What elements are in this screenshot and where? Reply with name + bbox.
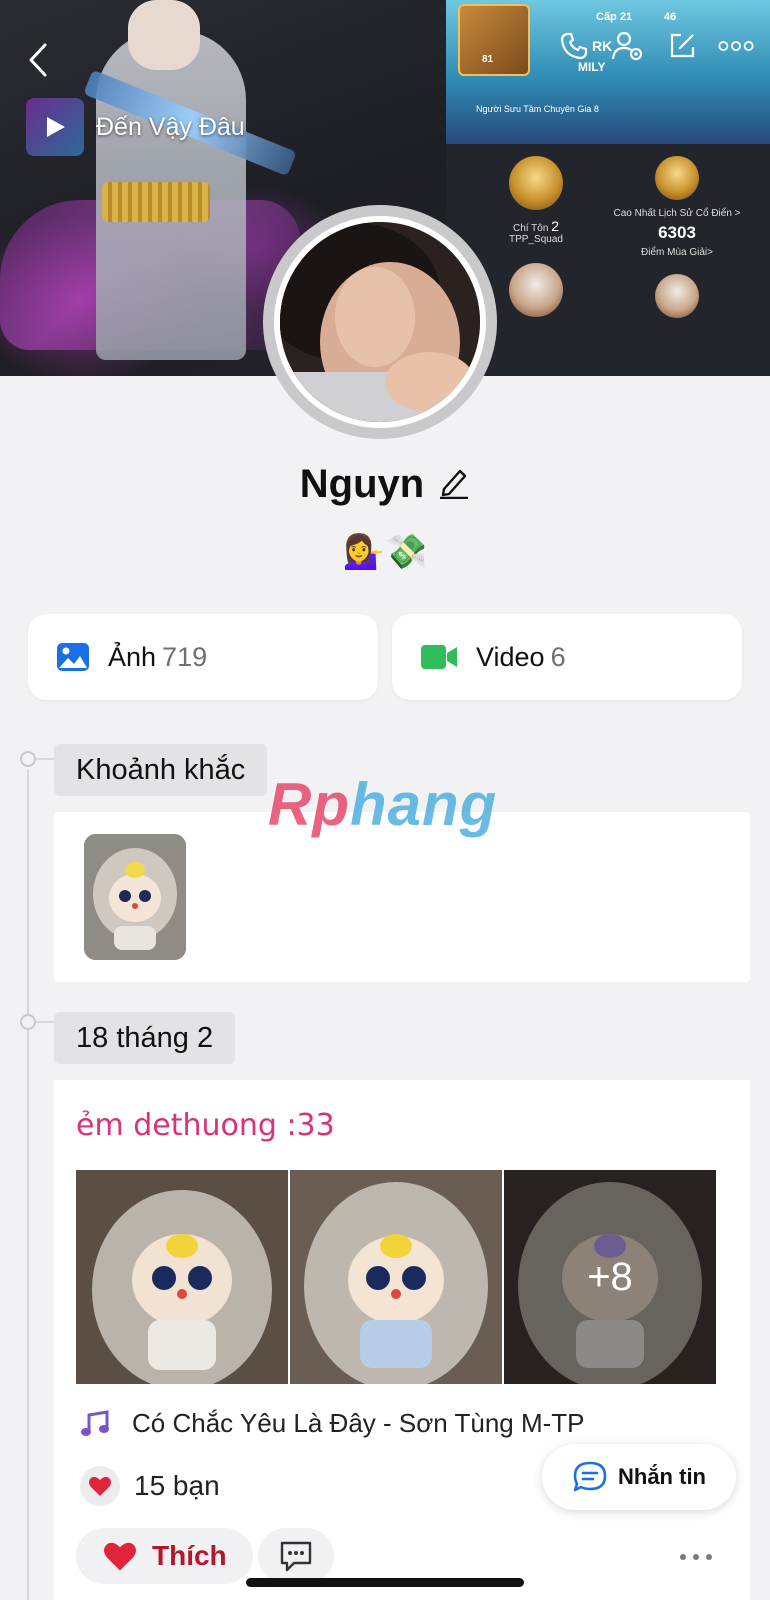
external-edit-icon: [670, 33, 695, 58]
post-photo-1[interactable]: [76, 1170, 288, 1384]
videos-button[interactable]: Video 6: [392, 614, 742, 700]
videos-count: 6: [550, 641, 566, 672]
music-title: Đến Vậy Đâu: [96, 112, 245, 141]
timeline-dot: [20, 751, 36, 767]
moment-thumbnail[interactable]: [84, 834, 186, 960]
user-gear-icon: [611, 31, 643, 61]
more-horizontal-icon: [680, 1554, 712, 1560]
moments-section-label: Khoảnh khắc: [54, 744, 268, 796]
chat-bubble-icon: [573, 1461, 607, 1492]
more-photos-overlay[interactable]: +8: [504, 1170, 716, 1384]
profile-settings-button[interactable]: [610, 28, 646, 64]
post-reactions[interactable]: 15 bạn: [80, 1466, 220, 1506]
timeline-line: [27, 770, 29, 1600]
heart-icon: [89, 1476, 111, 1496]
game-season-label: Điểm Mùa Giải>: [641, 247, 713, 258]
watermark-part-1: Rp: [268, 771, 350, 838]
post-photo-2[interactable]: [290, 1170, 502, 1384]
game-rank-title: Chí Tôn: [513, 223, 549, 234]
heart-icon: [104, 1542, 136, 1571]
edit-profile-button[interactable]: [664, 28, 700, 64]
profile-name: Nguyn: [299, 462, 425, 506]
rank-medal-secondary-icon: [509, 263, 563, 317]
videos-label: Video: [476, 641, 545, 672]
game-collector-title: Người Sưu Tầm Chuyên Gia 8: [476, 104, 599, 114]
photos-button[interactable]: Ảnh 719: [28, 614, 378, 700]
avatar-ring[interactable]: [263, 205, 497, 439]
play-icon: [47, 117, 65, 137]
cover-character-belt: [102, 182, 210, 222]
call-button[interactable]: [556, 28, 592, 64]
pencil-icon: [440, 469, 469, 500]
profile-name-row: Nguyn: [0, 462, 770, 507]
post-song-row[interactable]: Có Chắc Yêu Là Đây - Sơn Tùng M-TP: [80, 1408, 585, 1439]
game-season-points: 6303: [658, 223, 696, 242]
post-caption: ẻm dethuong :33: [76, 1108, 335, 1143]
photos-count: 719: [162, 641, 208, 672]
game-season-block: Cao Nhất Lịch Sử Cổ Điển > 6303 Điểm Mùa…: [612, 156, 742, 326]
moment-photo: [84, 834, 186, 960]
profile-music-chip[interactable]: Đến Vậy Đâu: [26, 98, 245, 156]
post-photo-image: [290, 1170, 502, 1384]
avatar: [280, 222, 480, 422]
phone-icon: [560, 32, 588, 60]
video-camera-icon: [421, 645, 457, 669]
game-level: Cấp 21: [596, 11, 633, 23]
edit-name-button[interactable]: [438, 465, 470, 504]
post-date-label: 18 tháng 2: [54, 1012, 236, 1064]
game-rank-value: 2: [551, 218, 559, 234]
home-indicator[interactable]: [246, 1578, 524, 1587]
avatar-photo: [280, 222, 480, 422]
post-song-title: Có Chắc Yêu Là Đây - Sơn Tùng M-TP: [132, 1408, 585, 1438]
season-medal-secondary-icon: [655, 274, 699, 318]
music-album-thumbnail: [26, 98, 84, 156]
message-label: Nhắn tin: [618, 1464, 706, 1489]
reaction-heart-badge: [80, 1466, 120, 1506]
post-card: ẻm dethuong :33 +8 Có Chắc Yêu Là Đây - …: [54, 1080, 750, 1600]
chevron-left-icon: [29, 43, 47, 77]
music-note-icon: [81, 1409, 109, 1436]
post-more-button[interactable]: [676, 1542, 716, 1572]
game-avatar-level: 81: [482, 54, 494, 65]
comment-icon: [280, 1541, 312, 1572]
back-button[interactable]: [18, 40, 58, 80]
watermark-logo: Rphang: [268, 770, 497, 839]
avatar-frame: [274, 216, 486, 428]
photo-icon: [57, 643, 89, 671]
like-button[interactable]: Thích: [76, 1528, 253, 1584]
rank-medal-icon: [509, 156, 563, 210]
timeline-dot: [20, 1014, 36, 1030]
game-banner: 81 Cấp 21 46 RK MILY Người Sưu Tầm Chuyê…: [446, 0, 770, 144]
cover-character-head: [128, 0, 200, 70]
cover-actions: [556, 28, 754, 64]
game-highest-label: Cao Nhất Lịch Sử Cổ Điển >: [613, 208, 741, 219]
like-label: Thích: [152, 1540, 227, 1571]
post-photo-image: [76, 1170, 288, 1384]
reaction-count: 15 bạn: [134, 1470, 220, 1501]
message-button[interactable]: Nhắn tin: [542, 1444, 736, 1510]
game-badge-count: 46: [664, 11, 677, 23]
comment-button[interactable]: [258, 1528, 334, 1584]
more-options-button[interactable]: [718, 28, 754, 64]
profile-status-emojis: 💁‍♀️💸: [342, 533, 428, 571]
season-medal-icon: [655, 156, 699, 200]
photos-label: Ảnh: [108, 641, 157, 672]
more-dots-icon: [718, 41, 754, 51]
game-avatar: [458, 4, 530, 76]
watermark-part-2: hang: [349, 771, 498, 838]
post-photo-3[interactable]: +8: [504, 1170, 716, 1384]
game-mode: TPP_Squad: [509, 234, 563, 245]
